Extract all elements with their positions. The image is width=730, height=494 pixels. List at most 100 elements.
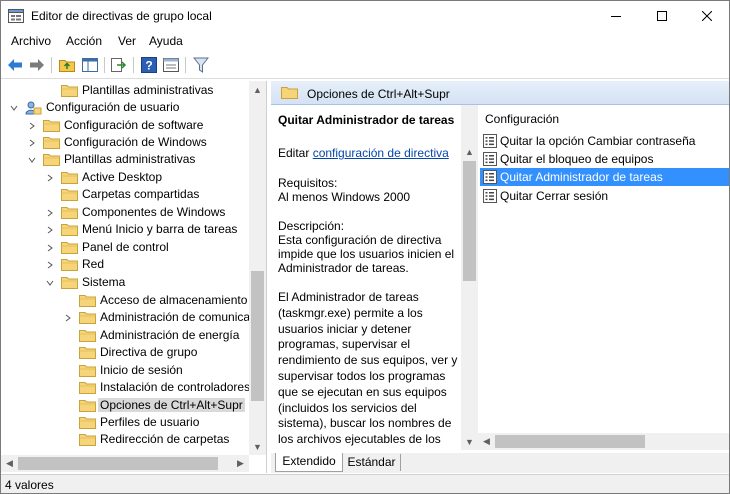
- chevron-right-icon[interactable]: [45, 204, 55, 221]
- folder-icon: [79, 399, 96, 412]
- tree-horizontal-scrollbar[interactable]: ◀ ▶: [1, 455, 249, 472]
- tree-item[interactable]: Sistema: [1, 274, 249, 291]
- edit-policy-link[interactable]: configuración de directiva: [313, 146, 449, 160]
- policy-setting-icon: [483, 189, 497, 203]
- tree-item[interactable]: Red: [1, 256, 249, 273]
- chevron-right-icon[interactable]: [27, 134, 37, 151]
- chevron-right-icon[interactable]: [45, 169, 55, 186]
- column-header-configuracion[interactable]: Configuración: [485, 112, 559, 126]
- filter-button[interactable]: [191, 55, 211, 75]
- tree-item[interactable]: Carpetas compartidas: [1, 186, 249, 203]
- export-list-icon: [111, 58, 127, 72]
- scroll-up-arrow-icon[interactable]: ▲: [461, 143, 478, 160]
- help-button[interactable]: ?: [139, 55, 159, 75]
- tree-item[interactable]: Acceso de almacenamiento e: [1, 292, 249, 309]
- forward-arrow-icon: [30, 59, 44, 71]
- tree-hscroll-thumb[interactable]: [18, 457, 218, 470]
- tree-item-label: Directiva de grupo: [100, 345, 198, 359]
- requirements-value: Al menos Windows 2000: [278, 190, 411, 204]
- tree-item[interactable]: Redirección de carpetas: [1, 431, 249, 448]
- properties-icon: [163, 58, 179, 72]
- scroll-up-arrow-icon[interactable]: ▲: [249, 81, 266, 98]
- scroll-right-arrow-icon[interactable]: ▶: [232, 455, 249, 472]
- menu-archivo[interactable]: Archivo: [11, 34, 51, 48]
- tree-item[interactable]: Panel de control: [1, 239, 249, 256]
- tree-item[interactable]: Plantillas administrativas: [1, 82, 249, 99]
- policy-setting-label: Quitar Administrador de tareas: [500, 170, 663, 184]
- menu-ayuda[interactable]: Ayuda: [149, 34, 183, 48]
- list-hscroll-thumb[interactable]: [495, 435, 645, 448]
- tree-item-label: Red: [82, 257, 105, 271]
- tree-item-label: Plantillas administrativas: [64, 152, 196, 166]
- list-horizontal-scrollbar[interactable]: ◀: [478, 433, 729, 450]
- policy-setting-row[interactable]: Quitar el bloqueo de equipos: [480, 150, 729, 168]
- chevron-right-icon[interactable]: [45, 239, 55, 256]
- tab-estandar[interactable]: Estándar: [343, 454, 401, 471]
- details-pane: Opciones de Ctrl+Alt+Supr Quitar Adminis…: [271, 81, 729, 473]
- scroll-left-arrow-icon[interactable]: ◀: [1, 455, 18, 472]
- folder-icon: [61, 188, 78, 201]
- chevron-right-icon[interactable]: [27, 117, 37, 134]
- tree-item[interactable]: Configuración de usuario: [1, 99, 249, 116]
- description-scroll-thumb[interactable]: [463, 161, 476, 281]
- policy-setting-row[interactable]: Quitar la opción Cambiar contraseña: [480, 132, 729, 150]
- export-list-button[interactable]: [109, 55, 129, 75]
- tab-extendido[interactable]: Extendido: [275, 453, 343, 472]
- tree-item[interactable]: Administración de comunica: [1, 309, 249, 326]
- window-title: Editor de directivas de grupo local: [31, 9, 212, 23]
- folder-icon: [43, 153, 60, 166]
- folder-icon: [79, 381, 96, 394]
- details-header: Opciones de Ctrl+Alt+Supr: [271, 81, 729, 105]
- tree-item[interactable]: Administración de energía: [1, 327, 249, 344]
- chevron-down-icon[interactable]: [9, 99, 19, 116]
- tree-item-label: Redirección de carpetas: [100, 432, 230, 446]
- menu-bar: Archivo Acción Ver Ayuda: [1, 31, 729, 51]
- menu-ver[interactable]: Ver: [118, 34, 136, 48]
- tree-item[interactable]: Inicio de sesión: [1, 362, 249, 379]
- show-hide-tree-button[interactable]: [80, 55, 100, 75]
- folder-icon: [281, 87, 298, 99]
- forward-button[interactable]: [27, 55, 47, 75]
- tree-item[interactable]: Directiva de grupo: [1, 344, 249, 361]
- tree-item[interactable]: Componentes de Windows: [1, 204, 249, 221]
- scroll-down-arrow-icon[interactable]: ▼: [249, 438, 266, 455]
- tree-item[interactable]: Configuración de software: [1, 117, 249, 134]
- scroll-left-arrow-icon[interactable]: ◀: [478, 433, 495, 450]
- tree-item[interactable]: Opciones de Ctrl+Alt+Supr: [1, 397, 249, 414]
- tree-item[interactable]: Active Desktop: [1, 169, 249, 186]
- folder-icon: [61, 84, 78, 97]
- chevron-right-icon[interactable]: [45, 221, 55, 238]
- up-level-button[interactable]: [57, 55, 77, 75]
- chevron-down-icon[interactable]: [45, 274, 55, 291]
- tree-item[interactable]: Configuración de Windows: [1, 134, 249, 151]
- tree-item-label: Instalación de controladores: [100, 380, 249, 394]
- folder-icon: [61, 241, 78, 254]
- tree-item[interactable]: Plantillas administrativas: [1, 151, 249, 168]
- policy-setting-label: Quitar Cerrar sesión: [500, 189, 609, 203]
- back-button[interactable]: [5, 55, 25, 75]
- tree-vertical-scrollbar[interactable]: ▲ ▼: [249, 81, 266, 455]
- menu-accion[interactable]: Acción: [66, 34, 102, 48]
- minimize-button[interactable]: [593, 1, 639, 31]
- title-bar[interactable]: Editor de directivas de grupo local: [1, 1, 729, 31]
- scroll-down-arrow-icon[interactable]: ▼: [461, 433, 478, 450]
- chevron-right-icon[interactable]: [45, 256, 55, 273]
- description-scrollbar[interactable]: ▲ ▼: [461, 105, 478, 450]
- tree-item[interactable]: Perfiles de usuario: [1, 414, 249, 431]
- maximize-button[interactable]: [639, 1, 685, 31]
- policy-setting-row[interactable]: Quitar Cerrar sesión: [480, 187, 729, 205]
- tree-item[interactable]: Menú Inicio y barra de tareas: [1, 221, 249, 238]
- close-button[interactable]: [684, 1, 729, 31]
- policy-setting-row[interactable]: Quitar Administrador de tareas: [480, 168, 729, 186]
- chevron-down-icon[interactable]: [27, 151, 37, 168]
- tree-vscroll-thumb[interactable]: [251, 271, 264, 401]
- filter-icon: [193, 57, 209, 73]
- tree-item[interactable]: Instalación de controladores: [1, 379, 249, 396]
- tree-item-label: Componentes de Windows: [82, 205, 226, 219]
- folder-icon: [61, 223, 78, 236]
- properties-button[interactable]: [161, 55, 181, 75]
- toolbar: ?: [1, 51, 729, 79]
- chevron-right-icon[interactable]: [63, 309, 73, 326]
- tree-item-label: Carpetas compartidas: [82, 187, 200, 201]
- edit-prefix: Editar: [278, 146, 310, 160]
